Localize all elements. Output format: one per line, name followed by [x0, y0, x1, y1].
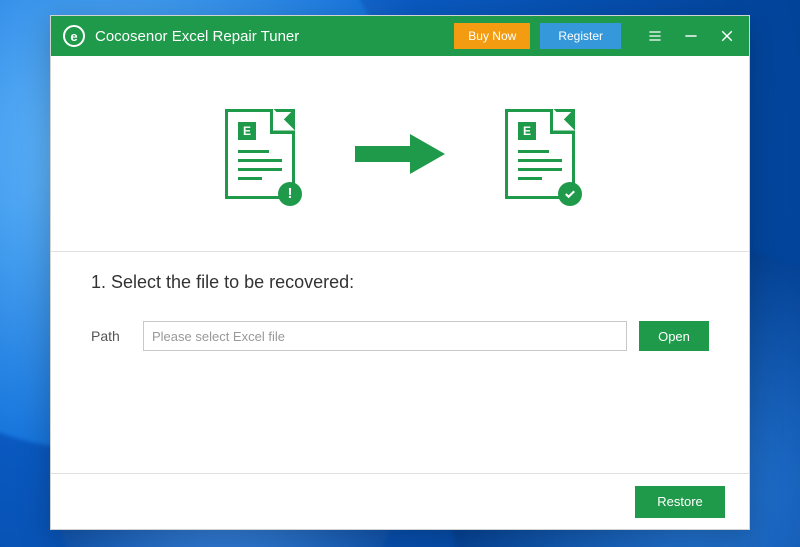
close-icon[interactable] — [717, 26, 737, 46]
corrupt-file-icon: E ! — [225, 109, 295, 199]
logo-letter: e — [70, 29, 77, 44]
illustration: E ! E — [51, 56, 749, 251]
app-logo-icon: e — [63, 25, 85, 47]
file-path-input[interactable] — [143, 321, 627, 351]
step-panel: 1. Select the file to be recovered: Path… — [51, 251, 749, 473]
step-title: 1. Select the file to be recovered: — [91, 272, 709, 293]
path-row: Path Open — [91, 321, 709, 351]
app-title: Cocosenor Excel Repair Tuner — [95, 28, 299, 45]
menu-icon[interactable] — [645, 26, 665, 46]
register-button[interactable]: Register — [540, 23, 621, 49]
repaired-file-icon: E — [505, 109, 575, 199]
buy-now-button[interactable]: Buy Now — [454, 23, 530, 49]
path-label: Path — [91, 328, 131, 344]
open-button[interactable]: Open — [639, 321, 709, 351]
excel-badge: E — [238, 122, 256, 140]
restore-button[interactable]: Restore — [635, 486, 725, 518]
check-badge-icon — [558, 182, 582, 206]
content-area: E ! E 1. Select the file to be recovered… — [51, 56, 749, 529]
footer: Restore — [51, 473, 749, 529]
titlebar: e Cocosenor Excel Repair Tuner Buy Now R… — [51, 16, 749, 56]
excel-badge: E — [518, 122, 536, 140]
system-buttons — [645, 26, 737, 46]
error-badge-icon: ! — [278, 182, 302, 206]
minimize-icon[interactable] — [681, 26, 701, 46]
arrow-right-icon — [355, 134, 445, 174]
app-window: e Cocosenor Excel Repair Tuner Buy Now R… — [50, 15, 750, 530]
